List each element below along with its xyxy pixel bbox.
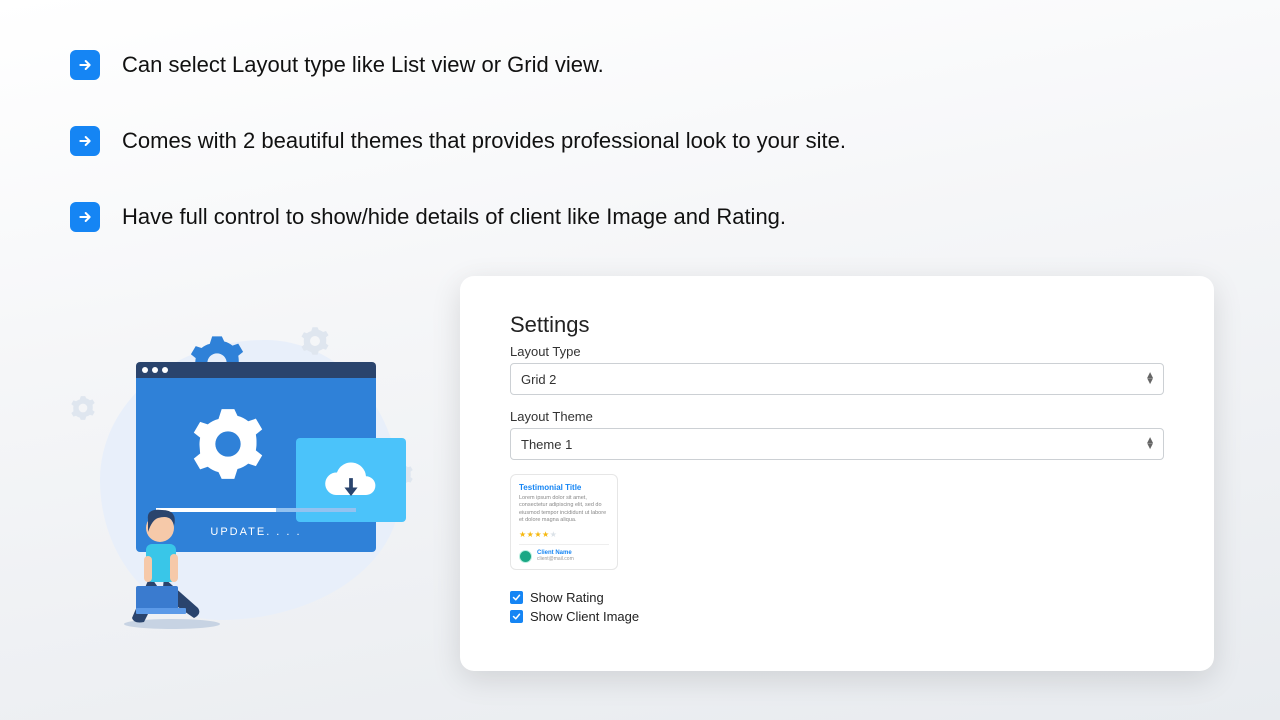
feature-text: Have full control to show/hide details o…	[122, 204, 786, 230]
cloud-download-icon	[321, 455, 381, 505]
gear-icon	[70, 395, 96, 421]
layout-type-value: Grid 2	[521, 372, 556, 387]
settings-panel: Settings Layout Type Grid 2 ▲▼ Layout Th…	[460, 276, 1214, 671]
gear-icon	[190, 406, 266, 482]
feature-text: Can select Layout type like List view or…	[122, 52, 604, 78]
feature-item: Comes with 2 beautiful themes that provi…	[70, 126, 1280, 156]
preview-title: Testimonial Title	[519, 483, 609, 492]
arrow-right-icon	[70, 50, 100, 80]
layout-theme-label: Layout Theme	[510, 409, 1164, 424]
layout-theme-select[interactable]: Theme 1 ▲▼	[510, 428, 1164, 460]
select-caret-icon: ▲▼	[1145, 373, 1155, 385]
layout-theme-value: Theme 1	[521, 437, 572, 452]
rating-stars: ★★★★★	[519, 530, 609, 539]
testimonial-preview: Testimonial Title Lorem ipsum dolor sit …	[510, 474, 618, 570]
show-rating-checkbox[interactable]	[510, 591, 523, 604]
show-rating-label: Show Rating	[530, 590, 604, 605]
layout-type-select[interactable]: Grid 2 ▲▼	[510, 363, 1164, 395]
preview-body: Lorem ipsum dolor sit amet, consectetur …	[519, 495, 609, 525]
arrow-right-icon	[70, 202, 100, 232]
feature-list: Can select Layout type like List view or…	[0, 0, 1280, 232]
show-rating-row: Show Rating	[510, 590, 1164, 605]
gear-icon	[300, 326, 330, 356]
select-caret-icon: ▲▼	[1145, 438, 1155, 450]
avatar-icon	[519, 550, 532, 563]
client-info: Client Name client@mail.com	[519, 550, 609, 563]
settings-title: Settings	[510, 312, 1164, 338]
feature-item: Can select Layout type like List view or…	[70, 50, 1280, 80]
show-client-image-checkbox[interactable]	[510, 610, 523, 623]
layout-type-label: Layout Type	[510, 344, 1164, 359]
person-with-laptop	[102, 490, 222, 630]
divider	[519, 544, 609, 545]
show-client-image-label: Show Client Image	[530, 609, 639, 624]
feature-text: Comes with 2 beautiful themes that provi…	[122, 128, 846, 154]
client-email: client@mail.com	[537, 556, 574, 562]
show-client-image-row: Show Client Image	[510, 609, 1164, 624]
settings-illustration: UPDATE. . . .	[60, 320, 410, 640]
arrow-right-icon	[70, 126, 100, 156]
feature-item: Have full control to show/hide details o…	[70, 202, 1280, 232]
